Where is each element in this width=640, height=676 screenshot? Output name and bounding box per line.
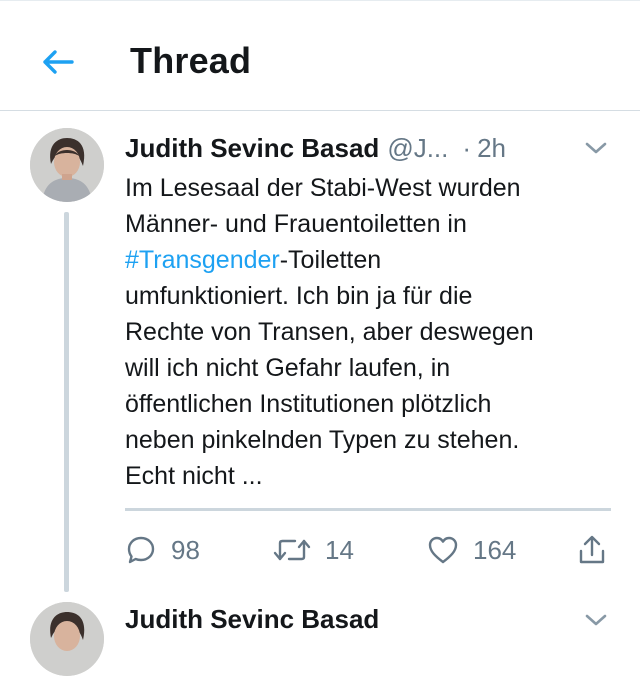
tweet-divider [125, 508, 611, 511]
tweet-options-button[interactable] [582, 134, 610, 162]
author-name[interactable]: Judith Sevinc Basad [125, 133, 379, 163]
tweet-header: Judith Sevinc Basad @J... · 2h [125, 130, 625, 166]
separator-dot: · [462, 133, 472, 163]
tweet-options-button[interactable] [582, 606, 610, 634]
share-button[interactable] [577, 528, 607, 572]
like-button[interactable]: 164 [427, 528, 516, 572]
thread-header: Thread [0, 0, 640, 111]
tweet-line: öffentlichen Institutionen plötzlich [125, 390, 492, 418]
tweet-line: will ich nicht Gefahr laufen, in [125, 354, 451, 382]
chevron-down-icon [585, 614, 607, 626]
profile-photo-icon [30, 602, 104, 676]
tweet-line-text: -Toiletten [279, 246, 382, 274]
tweet-actions: 98 14 164 [125, 528, 615, 572]
tweet-body: Im Lesesaal der Stabi-West wurden Männer… [125, 170, 625, 494]
reply-icon [127, 536, 155, 564]
page-title: Thread [130, 40, 252, 81]
tweet-line: Männer- und Frauentoiletten in [125, 210, 467, 238]
tweet-line: umfunktioniert. Ich bin ja für die [125, 282, 473, 310]
heart-icon [428, 536, 458, 564]
tweet-timestamp[interactable]: 2h [477, 133, 506, 163]
profile-photo-icon [30, 128, 104, 202]
author-handle[interactable]: @J... [387, 133, 448, 163]
tweet-line: neben pinkelnden Typen zu stehen. [125, 426, 520, 454]
like-count: 164 [473, 534, 517, 565]
hashtag-link[interactable]: #Transgender [125, 246, 280, 274]
author-name[interactable]: Judith Sevinc Basad [125, 604, 379, 635]
reply-button[interactable]: 98 [125, 528, 200, 572]
share-icon [579, 535, 605, 564]
reply-count: 98 [171, 534, 200, 565]
tweet-line: Im Lesesaal der Stabi-West wurden [125, 174, 521, 202]
chevron-down-icon [585, 142, 607, 154]
tweet-line: Rechte von Transen, aber deswegen [125, 318, 534, 346]
thread-connector-line [64, 212, 69, 592]
retweet-button[interactable]: 14 [273, 528, 354, 572]
retweet-count: 14 [325, 534, 354, 565]
back-button[interactable] [40, 44, 76, 80]
avatar[interactable] [30, 128, 104, 202]
tweet-line: #Transgender-Toiletten [125, 242, 625, 278]
retweet-icon [273, 539, 311, 561]
avatar[interactable] [30, 602, 104, 676]
tweet-line: Echt nicht ... [125, 462, 263, 490]
arrow-left-icon [43, 50, 74, 74]
